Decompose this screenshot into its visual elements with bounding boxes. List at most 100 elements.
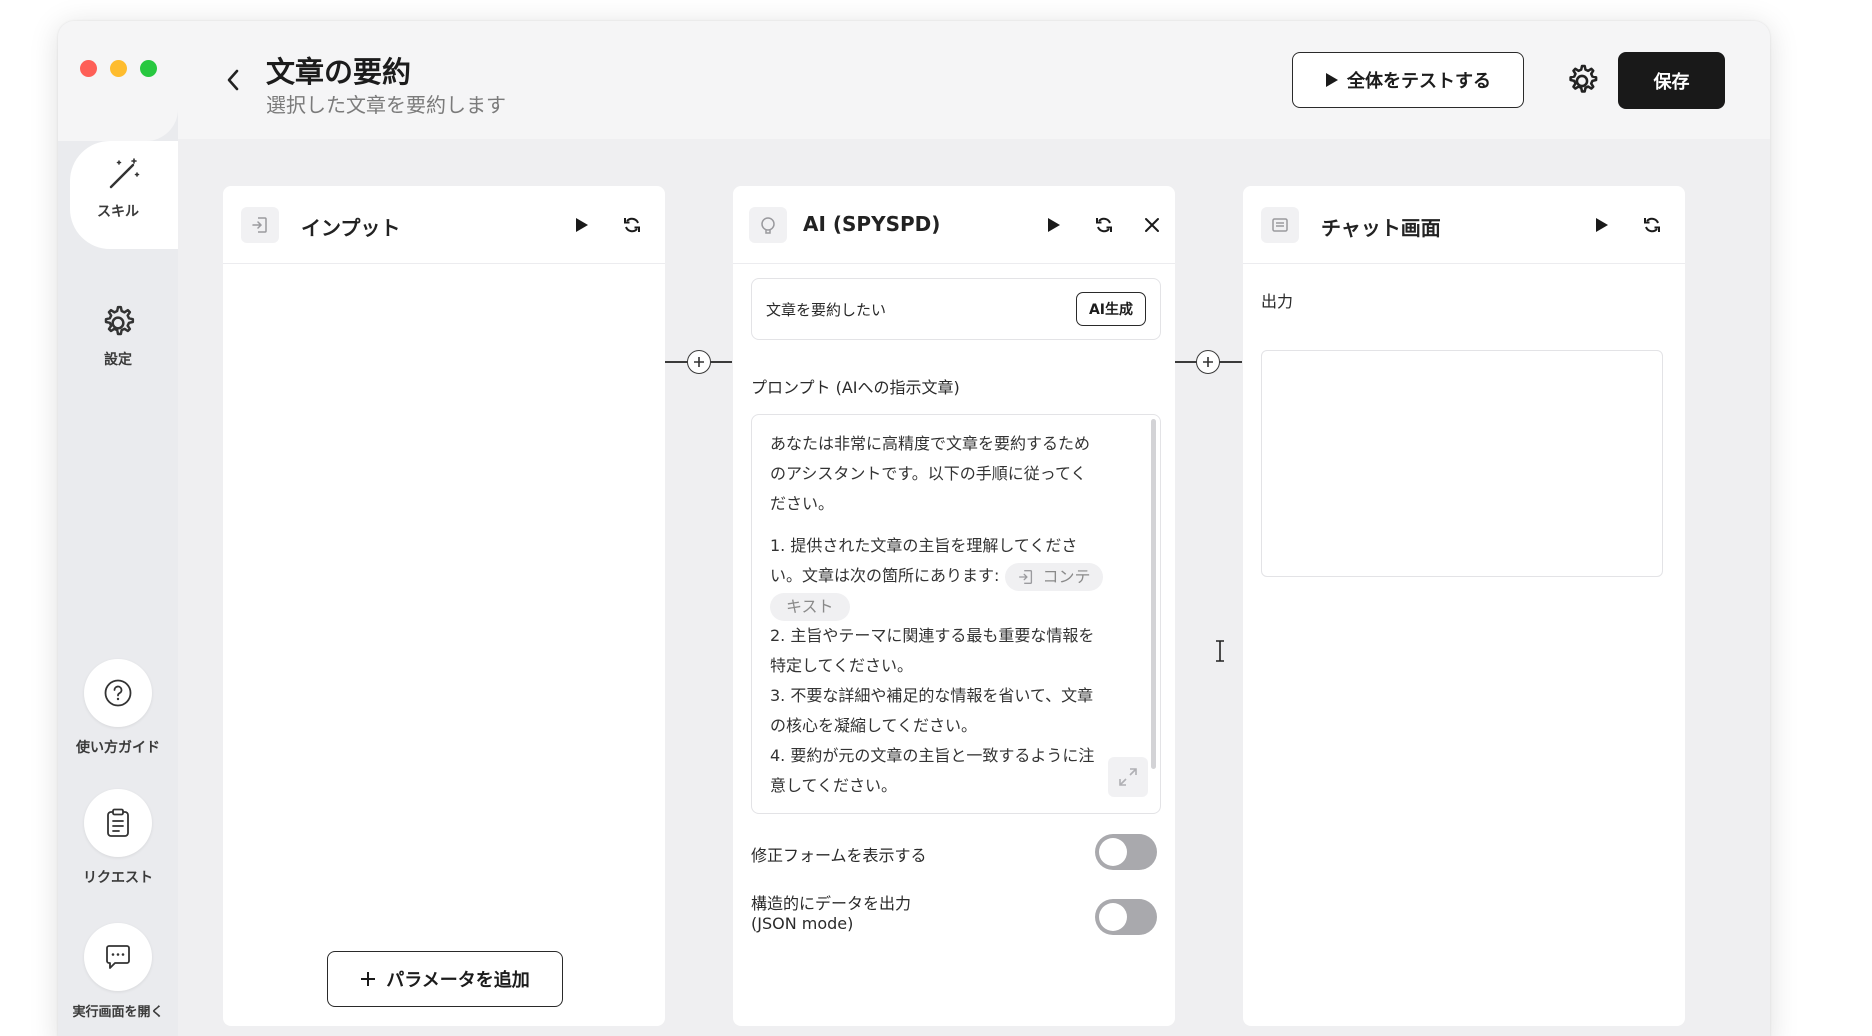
test-all-button[interactable]: 全体をテストする	[1292, 52, 1524, 108]
run-node-button[interactable]	[569, 212, 595, 238]
node-header: チャット画面	[1243, 186, 1685, 264]
context-variable-chip[interactable]: キスト	[770, 592, 850, 621]
document-icon	[1261, 207, 1299, 243]
maximize-window-button[interactable]	[140, 60, 157, 77]
node-title: チャット画面	[1321, 216, 1441, 240]
request-text: 文章を要約したい	[766, 300, 887, 319]
run-node-button[interactable]	[1041, 212, 1067, 238]
close-window-button[interactable]	[80, 60, 97, 77]
toggle-label: 修正フォームを表示する	[751, 846, 927, 865]
chevron-left-icon	[227, 69, 239, 91]
refresh-node-button[interactable]	[619, 212, 645, 238]
ai-brain-icon	[749, 207, 787, 243]
prompt-line: 4. 要約が元の文章の主旨と一致するように注	[770, 746, 1095, 765]
help-icon	[104, 679, 132, 707]
chip-label: コンテ	[1042, 566, 1091, 586]
sidebar-item-request[interactable]: リクエスト	[58, 789, 178, 887]
show-correction-form-toggle[interactable]	[1095, 834, 1157, 870]
chat-icon	[106, 945, 130, 969]
prompt-textarea[interactable]: あなたは非常に高精度で文章を要約するため のアシスタントです。以下の手順に従って…	[751, 414, 1161, 814]
sidebar-item-label: スキル	[97, 204, 139, 220]
prompt-line: 意してください。	[770, 776, 898, 795]
prompt-line: 特定してください。	[770, 656, 914, 675]
back-button[interactable]	[218, 65, 248, 95]
gear-icon	[1569, 64, 1598, 93]
help-button[interactable]	[84, 659, 152, 727]
delete-node-button[interactable]	[1139, 212, 1165, 238]
request-input[interactable]: 文章を要約したい AI生成	[751, 278, 1161, 340]
node-title[interactable]: AI (SPYSPD)	[803, 212, 940, 236]
test-all-label: 全体をテストする	[1347, 71, 1491, 92]
prompt-line: あなたは非常に高精度で文章を要約するため	[770, 434, 1091, 453]
sidebar-item-label: 実行画面を開く	[72, 1005, 164, 1020]
refresh-icon	[624, 217, 640, 233]
sidebar-item-label: リクエスト	[83, 870, 153, 886]
refresh-icon	[1644, 217, 1660, 233]
prompt-line: ださい。	[770, 494, 835, 513]
add-node-button[interactable]	[1196, 350, 1220, 374]
add-parameter-button[interactable]: パラメータを追加	[327, 951, 563, 1007]
input-node: インプット パラメータを追加	[223, 186, 665, 1026]
magic-wand-icon	[109, 158, 140, 189]
plus-icon	[361, 972, 376, 986]
sidebar-item-settings[interactable]: 設定	[58, 303, 178, 369]
refresh-node-button[interactable]	[1091, 212, 1117, 238]
chip-label: キスト	[786, 596, 834, 616]
prompt-line: 2. 主旨やテーマに関連する最も重要な情報を	[770, 626, 1095, 645]
play-icon	[1326, 73, 1338, 87]
clipboard-icon	[107, 808, 129, 837]
window-controls	[80, 60, 157, 77]
prompt-label: プロンプト (AIへの指示文章)	[751, 378, 960, 397]
json-mode-toggle[interactable]	[1095, 899, 1157, 935]
node-header: インプット	[223, 186, 665, 264]
prompt-line: 1. 提供された文章の主旨を理解してくださ	[770, 536, 1078, 555]
sidebar-item-open-runner[interactable]: 実行画面を開く	[58, 923, 178, 1020]
add-node-button[interactable]	[687, 350, 711, 374]
ai-generate-button[interactable]: AI生成	[1075, 292, 1146, 326]
page-subtitle: 選択した文章を要約します	[266, 93, 506, 117]
save-button[interactable]: 保存	[1618, 52, 1725, 109]
minimize-window-button[interactable]	[110, 60, 127, 77]
settings-button[interactable]	[1561, 60, 1603, 102]
sidebar: スキル 設定 使い方ガイド リクエスト 実行画面を開く	[58, 21, 190, 1036]
login-icon	[241, 207, 279, 243]
context-variable-chip[interactable]: コンテ	[1004, 562, 1103, 591]
open-runner-button[interactable]	[84, 923, 152, 991]
login-icon	[1018, 569, 1032, 584]
expand-icon	[1119, 768, 1137, 786]
prompt-line: のアシスタントです。以下の手順に従ってく	[770, 464, 1087, 483]
app-window: 文章の要約 選択した文章を要約します 全体をテストする 保存 スキル 設定 使い…	[58, 21, 1770, 1036]
sidebar-item-label: 使い方ガイド	[76, 740, 160, 756]
plus-icon	[1203, 357, 1213, 367]
node-title: インプット	[301, 216, 401, 240]
play-icon	[1048, 218, 1060, 232]
header: 文章の要約 選択した文章を要約します 全体をテストする 保存	[178, 21, 1770, 139]
toggle-label: 構造的にデータを出力 (JSON mode)	[751, 894, 912, 933]
run-node-button[interactable]	[1589, 212, 1615, 238]
prompt-line: い。文章は次の箇所にあります:	[770, 566, 1000, 585]
add-parameter-label: パラメータを追加	[386, 970, 530, 991]
prompt-line: 3. 不要な詳細や補足的な情報を省いて、文章	[770, 686, 1094, 705]
node-header: AI (SPYSPD)	[733, 186, 1175, 264]
plus-icon	[694, 357, 704, 367]
expand-button[interactable]	[1108, 757, 1148, 797]
text-cursor-icon	[1214, 639, 1226, 667]
refresh-node-button[interactable]	[1639, 212, 1665, 238]
sidebar-item-skill[interactable]: スキル	[70, 141, 190, 249]
scrollbar[interactable]	[1151, 419, 1156, 769]
output-label: 出力	[1261, 292, 1294, 311]
request-button[interactable]	[84, 789, 152, 857]
play-icon	[576, 218, 588, 232]
chat-node: チャット画面 出力	[1243, 186, 1685, 1026]
close-icon	[1145, 218, 1159, 232]
play-icon	[1596, 218, 1608, 232]
gear-icon	[104, 305, 135, 336]
ai-node: AI (SPYSPD) 文章を要約したい AI生成 プロンプト (AIへの指示文…	[733, 186, 1175, 1026]
refresh-icon	[1096, 217, 1112, 233]
sidebar-item-label: 設定	[104, 352, 132, 368]
sidebar-item-guide[interactable]: 使い方ガイド	[58, 659, 178, 757]
page-title: 文章の要約	[266, 55, 412, 89]
flow-canvas: インプット パラメータを追加 AI (SPYSPD) 文章を要約したい AI生成…	[178, 139, 1770, 1036]
prompt-line: の核心を凝縮してください。	[770, 716, 978, 735]
output-area[interactable]	[1261, 350, 1663, 577]
